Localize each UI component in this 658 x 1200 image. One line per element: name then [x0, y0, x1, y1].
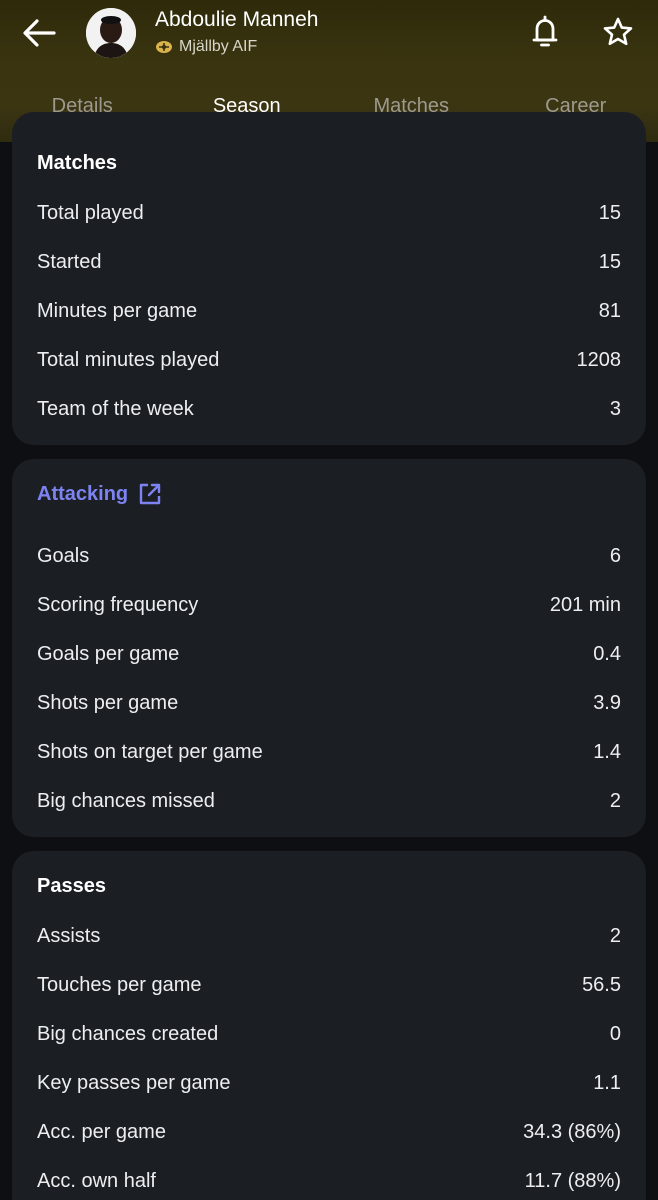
stat-row: Total minutes played 1208	[37, 345, 621, 375]
team-crest-icon	[156, 41, 172, 53]
stat-row: Key passes per game 1.1	[37, 1068, 621, 1098]
matches-card: Matches Total played 15 Started 15 Minut…	[12, 112, 646, 445]
stat-label: Goals per game	[37, 642, 180, 665]
attacking-card: Attacking Goals 6 Scoring frequency 201 …	[12, 459, 646, 837]
stat-label: Scoring frequency	[37, 593, 199, 616]
stat-row: Touches per game 56.5	[37, 970, 621, 1000]
stat-value: 3.9	[593, 691, 621, 714]
passes-section-title: Passes	[37, 875, 106, 897]
star-icon	[603, 17, 633, 46]
stat-row: Big chances missed 2	[37, 786, 621, 816]
stat-row: Assists 2	[37, 921, 621, 951]
player-name: Abdoulie Manneh	[155, 8, 319, 31]
stat-row: Team of the week 3	[37, 394, 621, 424]
stat-label: Team of the week	[37, 397, 194, 420]
stat-value: 0	[609, 1022, 621, 1045]
team-line[interactable]: Mjällby AIF	[155, 37, 257, 57]
attacking-section-title: Attacking	[37, 482, 129, 505]
stat-value: 11.7 (88%)	[524, 1169, 621, 1192]
stat-row: Total played 15	[37, 198, 621, 228]
stat-label: Key passes per game	[37, 1071, 231, 1094]
stat-value: 1.4	[593, 740, 621, 763]
stat-row: Scoring frequency 201 min	[37, 590, 621, 620]
stat-row: Acc. own half 11.7 (88%)	[37, 1166, 621, 1196]
stat-value: 1208	[576, 348, 622, 371]
stat-row: Minutes per game 81	[37, 296, 621, 326]
stat-value: 56.5	[582, 973, 621, 996]
stat-row: Started 15	[37, 247, 621, 277]
stat-value: 201 min	[549, 593, 621, 616]
stat-value: 15	[598, 201, 621, 224]
stat-label: Shots per game	[37, 691, 179, 714]
stat-label: Acc. own half	[37, 1169, 156, 1192]
stat-label: Goals	[37, 544, 90, 567]
stat-value: 6	[609, 544, 621, 567]
stat-value: 3	[609, 397, 621, 420]
stat-row: Goals 6	[37, 541, 621, 571]
stat-value: 1.1	[593, 1071, 621, 1094]
stat-label: Started	[37, 250, 102, 273]
stat-label: Big chances missed	[37, 789, 215, 812]
stat-value: 34.3 (86%)	[523, 1120, 621, 1143]
bell-icon	[532, 15, 558, 47]
stat-label: Total minutes played	[37, 348, 220, 371]
passes-card: Passes Assists 2 Touches per game 56.5 B…	[12, 851, 646, 1200]
stat-value: 15	[598, 250, 621, 273]
stat-label: Total played	[37, 201, 144, 224]
stat-value: 2	[609, 789, 621, 812]
favorite-button[interactable]	[600, 14, 636, 50]
stat-label: Minutes per game	[37, 299, 198, 322]
stat-value: 0.4	[593, 642, 621, 665]
stat-row: Big chances created 0	[37, 1019, 621, 1049]
stat-label: Shots on target per game	[37, 740, 263, 763]
stat-row: Goals per game 0.4	[37, 639, 621, 669]
team-name: Mjällby AIF	[179, 38, 258, 55]
stat-row: Shots per game 3.9	[37, 688, 621, 718]
back-button[interactable]	[18, 14, 58, 54]
avatar	[86, 8, 136, 58]
stat-label: Touches per game	[37, 973, 202, 996]
stat-label: Big chances created	[37, 1022, 219, 1045]
matches-section-title: Matches	[37, 152, 118, 174]
stat-row: Acc. per game 34.3 (86%)	[37, 1117, 621, 1147]
external-link-icon	[139, 483, 161, 505]
stat-value: 2	[609, 924, 621, 947]
notifications-button[interactable]	[528, 14, 562, 50]
stat-label: Acc. per game	[37, 1120, 166, 1143]
attacking-section-link[interactable]: Attacking	[37, 482, 162, 506]
back-arrow-icon	[23, 19, 56, 47]
stat-label: Assists	[37, 924, 101, 947]
stat-row: Shots on target per game 1.4	[37, 737, 621, 767]
stat-value: 81	[598, 299, 621, 322]
